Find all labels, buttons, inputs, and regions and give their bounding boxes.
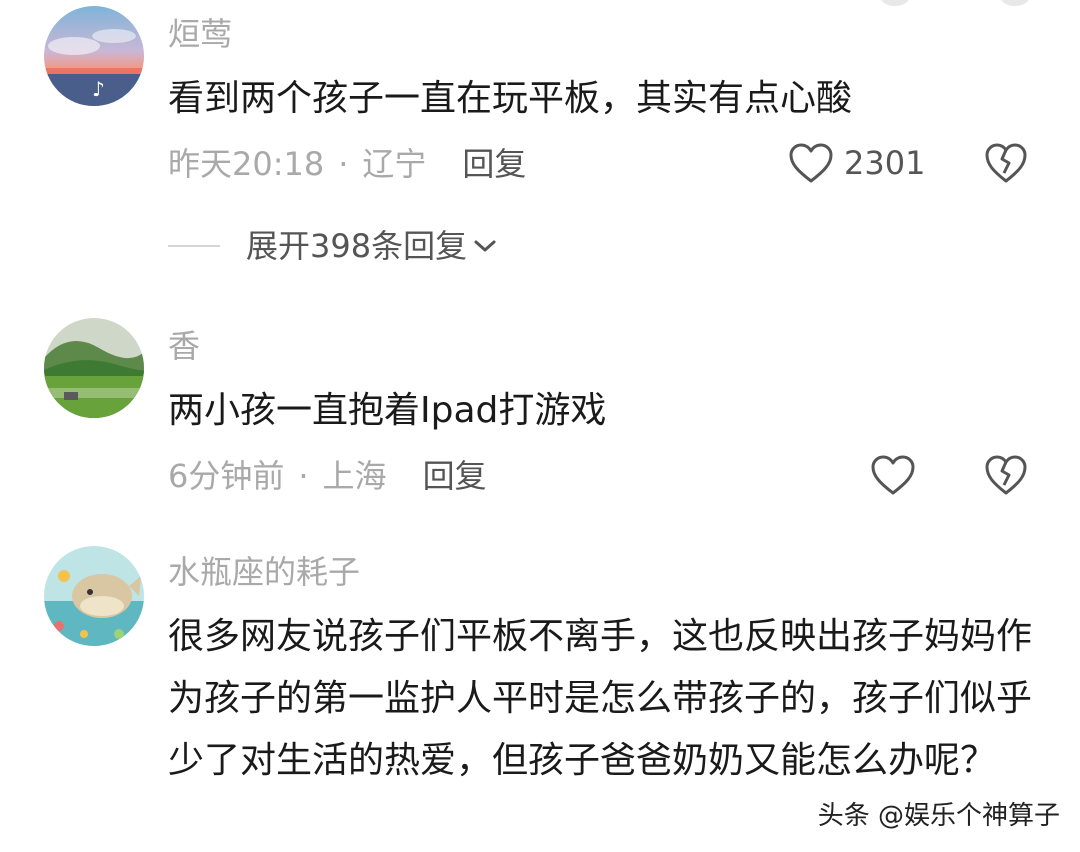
heart-outline-icon [789, 143, 833, 183]
sunset-sea-avatar-icon: ♪ [44, 6, 144, 106]
comment-meta: 6分钟前 · 上海 回复 [168, 456, 487, 496]
comment-text: 两小孩一直抱着Ipad打游戏 [168, 390, 607, 431]
reply-button[interactable]: 回复 [462, 145, 526, 183]
tiktok-logo-icon: ♪ [92, 77, 105, 101]
watermark: 头条 @娱乐个神算子 [817, 801, 1060, 831]
comment-text: 看到两个孩子一直在玩平板，其实有点心酸 [168, 78, 853, 119]
broken-heart-icon [985, 143, 1027, 183]
like-button[interactable] [870, 454, 916, 496]
expand-replies-label: 展开398条回复 [246, 227, 468, 265]
reply-button[interactable]: 回复 [423, 457, 487, 495]
avatar[interactable]: ♪ [44, 6, 144, 106]
username[interactable]: 香 [168, 326, 200, 366]
comment-meta: 昨天20:18 · 辽宁 回复 [168, 144, 526, 184]
meta-separator: · [298, 457, 309, 495]
green-hills-avatar-icon [44, 318, 144, 418]
heart-outline-icon [871, 455, 915, 495]
comment-location: 辽宁 [362, 145, 427, 183]
expand-replies-button[interactable]: 展开398条回复 [168, 226, 497, 266]
avatar[interactable] [44, 546, 144, 646]
dislike-button[interactable] [984, 454, 1028, 496]
comment-text: 很多网友说孩子们平板不离手，这也反映出孩子妈妈作为孩子的第一监护人平时是怎么带孩… [168, 616, 1033, 781]
dislike-button[interactable] [984, 142, 1028, 184]
cropped-top-icons [880, 0, 1030, 6]
avatar[interactable] [44, 318, 144, 418]
meta-separator: · [338, 145, 349, 183]
username[interactable]: 水瓶座的耗子 [168, 552, 360, 592]
comment-time: 昨天20:18 [168, 145, 325, 183]
like-count: 2301 [844, 144, 926, 182]
broken-heart-icon [985, 455, 1027, 495]
divider-line [168, 245, 220, 247]
like-button[interactable]: 2301 [788, 142, 925, 184]
comment-time: 6分钟前 [168, 457, 285, 495]
username[interactable]: 烜莺 [168, 14, 232, 54]
comment-location: 上海 [322, 457, 387, 495]
cartoon-whale-avatar-icon [44, 546, 144, 646]
chevron-down-icon [474, 240, 496, 252]
